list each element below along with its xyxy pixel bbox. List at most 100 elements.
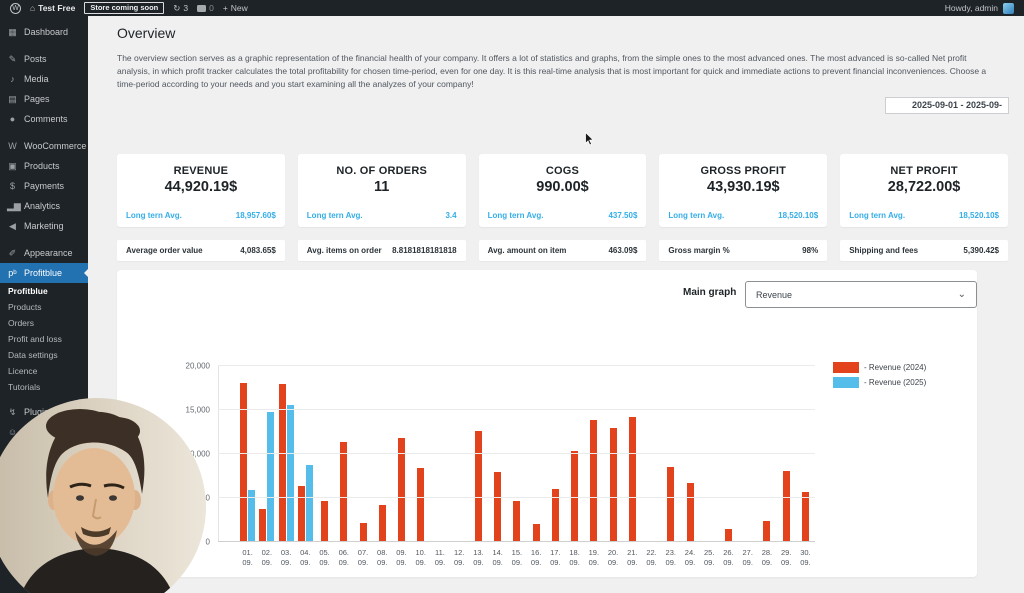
sidebar-item-posts[interactable]: ✎ Posts: [0, 49, 88, 69]
sidebar-subitem-tutorials[interactable]: Tutorials: [0, 379, 88, 395]
sidebar-item-pages[interactable]: ▤ Pages: [0, 89, 88, 109]
x-tick-month: 09.: [550, 557, 561, 567]
x-tick-month: 09.: [338, 557, 349, 567]
legend-swatch: [833, 377, 859, 388]
x-tick-day: 06.: [338, 548, 349, 557]
legend-label: - Revenue (2025): [864, 378, 927, 387]
bar-2024-05: [321, 500, 329, 541]
x-tick-day: 08.: [377, 548, 388, 557]
mini-stats-row: Average order value 4,083.65$ Avg. items o…: [117, 240, 1008, 261]
comments-button[interactable]: 0: [197, 3, 214, 13]
x-tick-month: 09.: [319, 557, 330, 567]
legend-item-2025[interactable]: - Revenue (2025): [833, 377, 926, 388]
bar-2024-30: [801, 491, 809, 541]
sidebar-subitem-profit-and-loss[interactable]: Profit and loss: [0, 331, 88, 347]
x-tick-label: 06. 09.: [334, 548, 353, 567]
presenter-eye: [76, 495, 84, 501]
mini-stat-value: 98%: [802, 246, 819, 255]
chart-legend: - Revenue (2024) - Revenue (2025): [833, 362, 926, 388]
bar-2024-14: [494, 472, 502, 541]
sidebar-item-label: WooCommerce: [24, 141, 87, 151]
sidebar-item-label: Analytics: [24, 201, 61, 211]
x-tick-label: 20. 09.: [603, 548, 622, 567]
sidebar-item-woocommerce[interactable]: W WooCommerce: [0, 136, 88, 156]
pages-icon: ▤: [8, 94, 17, 104]
sidebar-subitem-label: Profitblue: [8, 285, 48, 296]
long-term-avg-label: Long tern Avg.: [126, 211, 182, 220]
page-title: Overview: [117, 25, 176, 41]
y-tick-label: 15,000: [185, 405, 210, 415]
x-tick-month: 09.: [492, 557, 503, 567]
bar-2024-20: [609, 428, 617, 541]
date-range-input[interactable]: 2025-09-01 - 2025-09-: [885, 97, 1009, 114]
x-tick-month: 09.: [434, 557, 446, 567]
sidebar-subitem-orders[interactable]: Orders: [0, 315, 88, 331]
sidebar-subitem-label: Products: [8, 301, 42, 312]
plugins-icon: ↯: [8, 407, 17, 417]
x-tick-month: 09.: [742, 557, 753, 567]
bar-2024-02: [259, 509, 267, 541]
mouse-cursor: [585, 132, 595, 146]
new-content-button[interactable]: + New: [223, 3, 248, 13]
chevron-down-icon: ⌄: [957, 288, 966, 300]
new-label: New: [230, 3, 248, 13]
mini-stat-average-order-value: Average order value 4,083.65$: [117, 240, 285, 261]
long-term-avg-value: 18,520.10$: [778, 211, 819, 220]
sidebar-item-dashboard[interactable]: ▦ Dashboard: [0, 22, 88, 42]
bar-2024-01: [240, 383, 248, 541]
x-tick-month: 09.: [704, 557, 715, 567]
x-tick-label: 23. 09.: [661, 548, 680, 567]
site-link[interactable]: ⌂ Test Free: [30, 3, 75, 13]
presenter-face: [53, 448, 135, 546]
x-tick-month: 09.: [396, 557, 407, 567]
x-tick-day: 26.: [723, 548, 734, 557]
bar-2024-24: [686, 482, 694, 541]
x-tick-month: 09.: [377, 557, 388, 567]
sidebar-subitem-products[interactable]: Products: [0, 299, 88, 315]
x-tick-day: 25.: [704, 548, 715, 557]
sidebar-item-payments[interactable]: $ Payments: [0, 176, 88, 196]
bar-2024-03: [278, 384, 286, 541]
long-term-avg-value: 18,957.60$: [235, 211, 276, 220]
bar-2024-19: [590, 420, 598, 541]
x-tick-month: 09.: [357, 557, 369, 567]
stat-card-value: 990.00$: [536, 179, 589, 195]
legend-item-2024[interactable]: - Revenue (2024): [833, 362, 926, 373]
bar-2025-02: [267, 411, 275, 541]
x-tick-label: 11. 09.: [430, 548, 449, 567]
wordpress-logo-icon[interactable]: W: [10, 2, 21, 14]
stat-card-title: GROSS PROFIT: [700, 165, 787, 177]
sidebar-item-products[interactable]: ▣ Products: [0, 156, 88, 176]
x-tick-day: 27.: [742, 548, 753, 557]
y-tick-label: 20,000: [185, 361, 210, 371]
gridline-20000: [218, 365, 815, 366]
x-tick-day: 17.: [550, 548, 561, 557]
sidebar-subitem-licence[interactable]: Licence: [0, 363, 88, 379]
sidebar-item-analytics[interactable]: ▂▆ Analytics: [0, 196, 88, 216]
x-tick-day: 22.: [646, 548, 657, 557]
x-tick-day: 01.: [242, 548, 253, 557]
sidebar-item-profitblue[interactable]: pᵇ Profitblue: [0, 263, 88, 283]
mini-stat-value: 8.8181818181818: [392, 246, 457, 255]
x-tick-label: 07. 09.: [353, 548, 372, 567]
stat-card-net-profit: NET PROFIT 28,722.00$ Long tern Avg. 18,520…: [840, 154, 1008, 227]
bar-2024-16: [532, 524, 540, 541]
sidebar-item-appearance[interactable]: ✐ Appearance: [0, 243, 88, 263]
user-avatar[interactable]: [1003, 2, 1014, 14]
sidebar-subitem-profitblue[interactable]: Profitblue: [0, 283, 88, 299]
x-tick-month: 09.: [646, 557, 657, 567]
howdy-admin-link[interactable]: Howdy, admin: [945, 3, 998, 13]
updates-button[interactable]: ↻ 3: [173, 3, 188, 14]
sidebar-item-comments[interactable]: ● Comments: [0, 109, 88, 129]
long-term-avg-label: Long tern Avg.: [849, 211, 906, 220]
main-graph-select[interactable]: Revenue ⌄: [745, 281, 977, 308]
x-axis-labels: 01. 09. 02. 09. 03. 09. 04. 09. 05. 09. 06. 09. 07. 0…: [238, 548, 815, 567]
bar-2024-10: [417, 467, 425, 541]
sidebar-item-marketing[interactable]: ◀ Marketing: [0, 216, 88, 236]
x-tick-month: 09.: [453, 557, 465, 567]
wp-admin-bar: W ⌂ Test Free Store coming soon ↻ 3 0 + …: [0, 0, 1024, 16]
sidebar-item-media[interactable]: ♪ Media: [0, 69, 88, 89]
sidebar-subitem-data-settings[interactable]: Data settings: [0, 347, 88, 363]
x-tick-day: 04.: [300, 548, 311, 557]
stat-card-title: COGS: [545, 165, 580, 177]
